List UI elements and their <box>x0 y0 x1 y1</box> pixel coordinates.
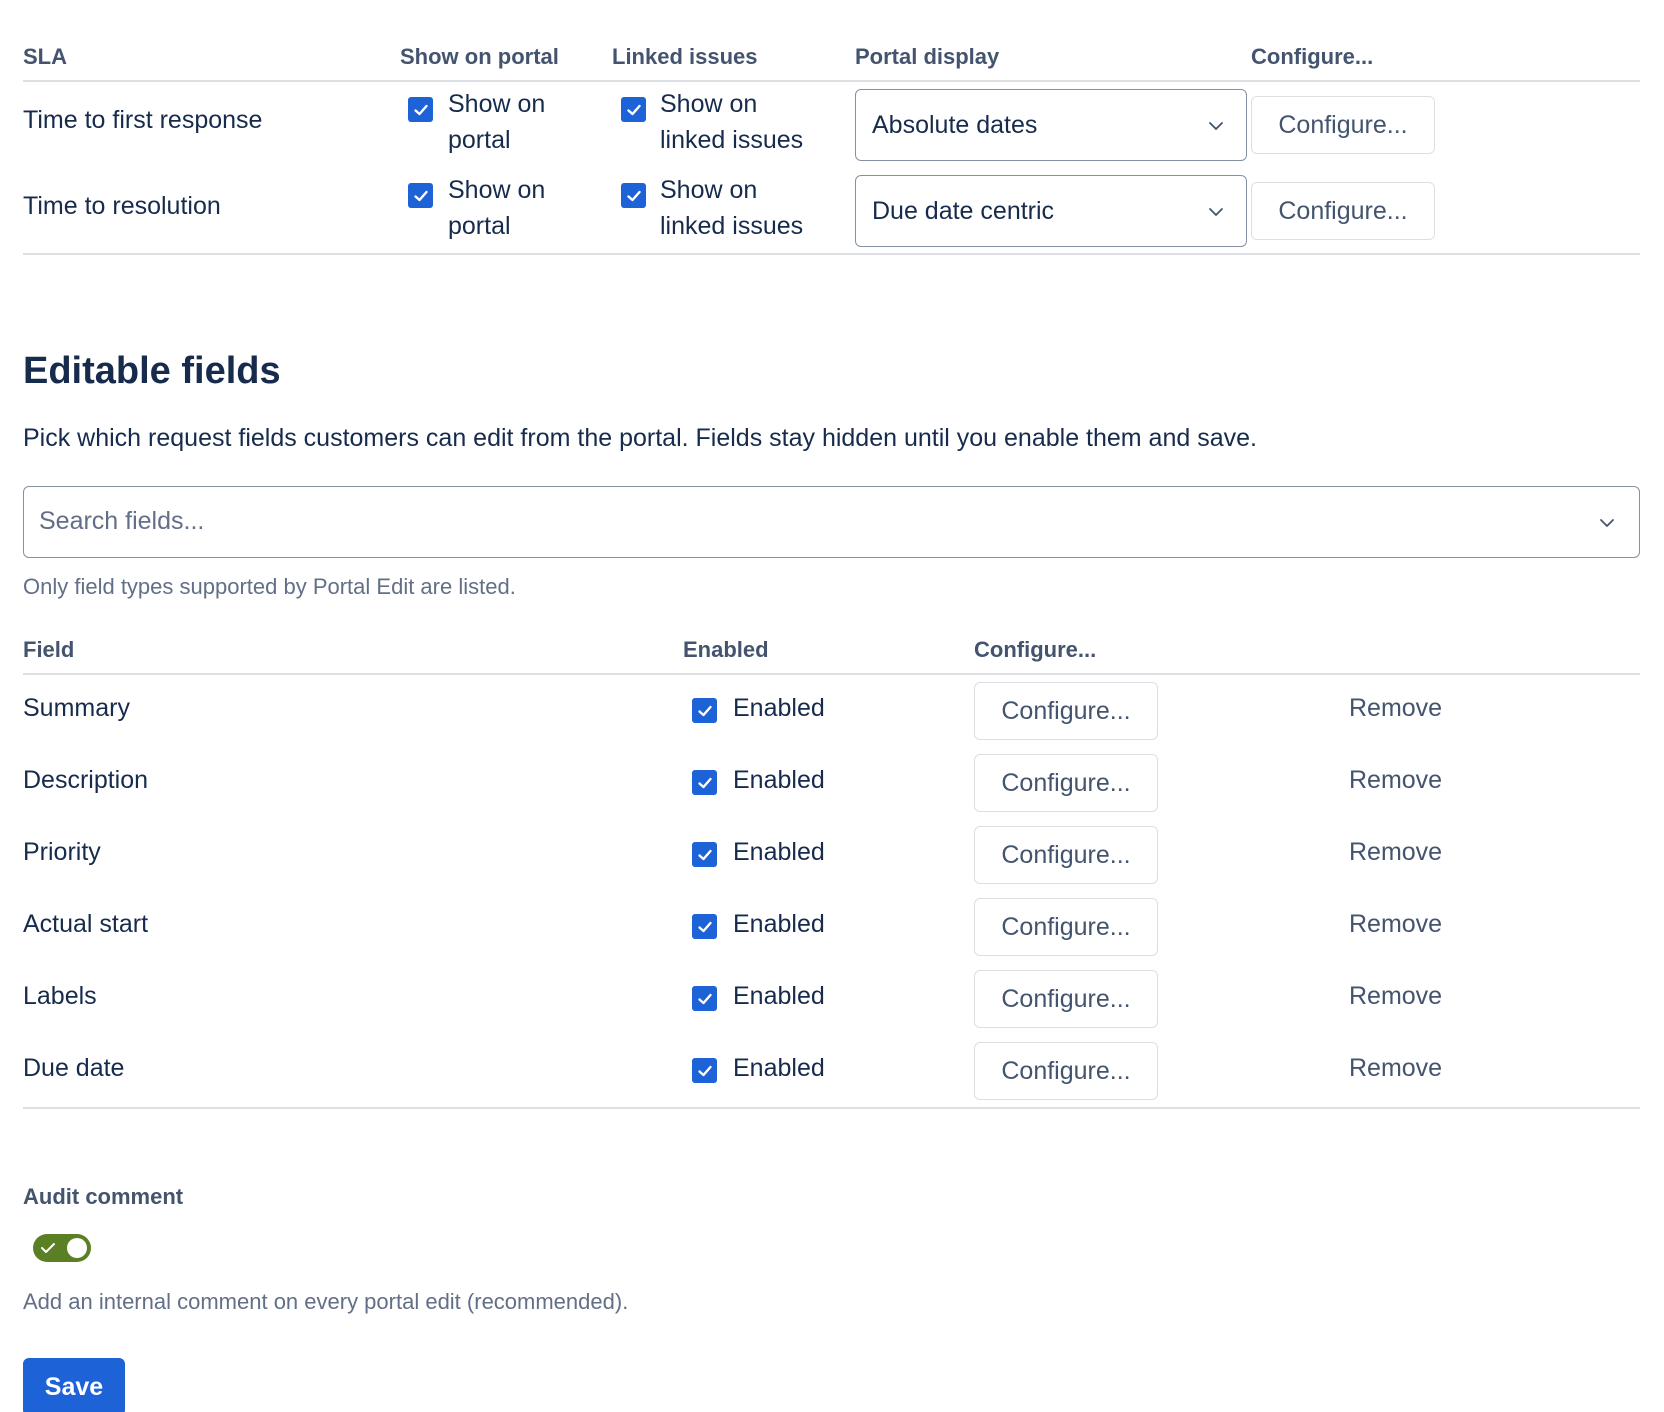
field-enabled-label: Enabled <box>733 910 825 938</box>
audit-comment-help: Add an internal comment on every portal … <box>23 1289 629 1314</box>
field-name: Due date <box>23 1054 125 1082</box>
sla-name: Time to resolution <box>23 192 221 220</box>
field-name: Priority <box>23 838 101 866</box>
field-name: Description <box>23 766 149 794</box>
field-row: Description Enabled Configure... Remove <box>23 747 1640 819</box>
field-row: Due date Enabled Configure... Remove <box>23 1035 1640 1109</box>
checkmark-icon <box>413 190 428 201</box>
checkmark-icon <box>697 921 712 932</box>
search-fields-input[interactable] <box>24 487 1524 555</box>
field-enabled-checkbox[interactable] <box>692 770 717 795</box>
checkmark-icon <box>697 777 712 788</box>
search-fields-hint: Only field types supported by Portal Edi… <box>23 574 516 599</box>
remove-field-link[interactable]: Remove <box>1349 1054 1442 1083</box>
field-row: Actual start Enabled Configure... Remove <box>23 891 1640 963</box>
audit-comment-label: Audit comment <box>23 1184 184 1209</box>
editable-fields-description: Pick which request fields customers can … <box>23 424 1257 452</box>
field-name: Labels <box>23 982 97 1010</box>
field-enabled-label: Enabled <box>733 838 825 866</box>
configure-sla-button[interactable]: Configure... <box>1251 182 1435 240</box>
configure-column-header: Configure... <box>1251 44 1374 69</box>
toggle-knob <box>67 1238 87 1258</box>
portal-display-value: Absolute dates <box>872 110 1038 139</box>
show-on-linked-issues-checkbox[interactable] <box>621 183 646 208</box>
remove-field-link[interactable]: Remove <box>1349 982 1442 1011</box>
checkmark-icon <box>697 705 712 716</box>
sla-row: Time to resolution Show on portal Show o… <box>23 168 1640 255</box>
configure-sla-button[interactable]: Configure... <box>1251 96 1435 154</box>
field-name: Summary <box>23 694 130 722</box>
portal-display-select[interactable]: Due date centric <box>855 175 1247 247</box>
search-fields-combobox[interactable] <box>23 486 1640 558</box>
field-enabled-checkbox[interactable] <box>692 986 717 1011</box>
configure-field-button[interactable]: Configure... <box>974 970 1158 1028</box>
field-row: Labels Enabled Configure... Remove <box>23 963 1640 1035</box>
field-row: Summary Enabled Configure... Remove <box>23 675 1640 747</box>
show-on-linked-issues-label: Show on linked issues <box>660 90 804 154</box>
show-on-portal-label: Show on portal <box>448 90 546 154</box>
configure-field-button[interactable]: Configure... <box>974 898 1158 956</box>
field-enabled-label: Enabled <box>733 982 825 1010</box>
checkmark-icon <box>41 1243 55 1253</box>
field-enabled-checkbox[interactable] <box>692 842 717 867</box>
page: SLA Show on portal Linked issues Portal … <box>0 0 1664 1412</box>
linked-issues-column-header: Linked issues <box>612 44 758 69</box>
show-on-portal-checkbox[interactable] <box>408 183 433 208</box>
field-enabled-checkbox[interactable] <box>692 698 717 723</box>
fields-table-header: Field Enabled Configure... <box>23 637 1640 675</box>
field-column-header: Field <box>23 637 75 662</box>
configure-field-button[interactable]: Configure... <box>974 754 1158 812</box>
save-button[interactable]: Save <box>23 1358 125 1412</box>
field-enabled-label: Enabled <box>733 766 825 794</box>
checkmark-icon <box>626 104 641 115</box>
chevron-down-icon <box>1209 208 1223 216</box>
enabled-column-header: Enabled <box>683 637 769 662</box>
remove-field-link[interactable]: Remove <box>1349 910 1442 939</box>
show-on-portal-checkbox[interactable] <box>408 97 433 122</box>
field-enabled-checkbox[interactable] <box>692 914 717 939</box>
checkmark-icon <box>697 849 712 860</box>
configure-field-button[interactable]: Configure... <box>974 826 1158 884</box>
remove-field-link[interactable]: Remove <box>1349 766 1442 795</box>
chevron-down-icon[interactable] <box>1597 513 1617 533</box>
checkmark-icon <box>626 190 641 201</box>
checkmark-icon <box>697 993 712 1004</box>
remove-field-link[interactable]: Remove <box>1349 694 1442 723</box>
remove-field-link[interactable]: Remove <box>1349 838 1442 867</box>
checkmark-icon <box>697 1065 712 1076</box>
field-enabled-checkbox[interactable] <box>692 1058 717 1083</box>
sla-row: Time to first response Show on portal Sh… <box>23 82 1640 168</box>
sla-name: Time to first response <box>23 106 263 134</box>
show-on-portal-column-header: Show on portal <box>400 44 559 69</box>
editable-fields-heading: Editable fields <box>23 350 281 392</box>
editable-fields-table: Field Enabled Configure... Summary Enabl… <box>23 637 1640 1109</box>
field-name: Actual start <box>23 910 149 938</box>
show-on-linked-issues-label: Show on linked issues <box>660 176 804 240</box>
sla-column-header: SLA <box>23 44 67 69</box>
sla-table-header: SLA Show on portal Linked issues Portal … <box>23 44 1640 82</box>
checkmark-icon <box>413 104 428 115</box>
chevron-down-icon <box>1209 122 1223 130</box>
sla-table: SLA Show on portal Linked issues Portal … <box>23 44 1640 255</box>
portal-display-column-header: Portal display <box>855 44 1000 69</box>
field-enabled-label: Enabled <box>733 694 825 722</box>
configure-column-header: Configure... <box>974 637 1097 662</box>
show-on-linked-issues-checkbox[interactable] <box>621 97 646 122</box>
field-row: Priority Enabled Configure... Remove <box>23 819 1640 891</box>
audit-comment-toggle[interactable] <box>33 1234 91 1262</box>
configure-field-button[interactable]: Configure... <box>974 682 1158 740</box>
portal-display-value: Due date centric <box>872 196 1055 225</box>
show-on-portal-label: Show on portal <box>448 176 546 240</box>
field-enabled-label: Enabled <box>733 1054 825 1082</box>
configure-field-button[interactable]: Configure... <box>974 1042 1158 1100</box>
portal-display-select[interactable]: Absolute dates <box>855 89 1247 161</box>
